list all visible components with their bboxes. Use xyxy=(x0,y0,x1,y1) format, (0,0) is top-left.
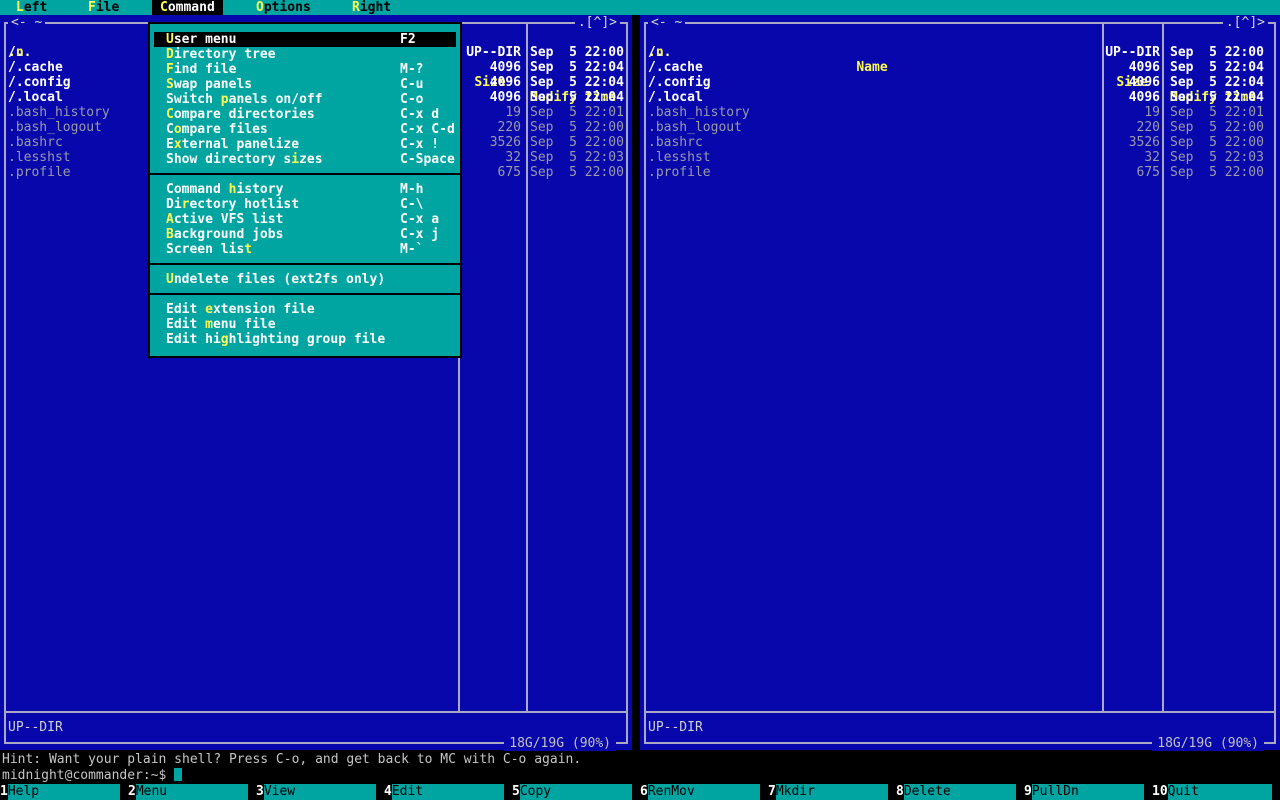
menu-item-directory-tree[interactable]: Directory tree xyxy=(154,47,456,62)
terminal-cursor xyxy=(174,768,183,781)
file-row[interactable]: /.local 4096 Sep 5 22:04 xyxy=(640,90,1280,105)
left-panel-path[interactable]: <- ~ xyxy=(8,15,46,30)
fkey-delete[interactable]: 8 Delete xyxy=(896,784,1024,800)
menu-item-user-menu[interactable]: User menu F2 xyxy=(154,32,456,47)
fkey-edit[interactable]: 4 Edit xyxy=(384,784,512,800)
fkey-quit[interactable]: 10 Quit xyxy=(1152,784,1280,800)
menubar-item-options[interactable]: Options xyxy=(248,0,319,15)
menubar-item-left[interactable]: Left xyxy=(8,0,55,15)
file-row[interactable]: .bash_logout 220 Sep 5 22:00 xyxy=(640,120,1280,135)
right-panel-status-separator xyxy=(645,711,1275,713)
file-row[interactable]: .bashrc 3526 Sep 5 22:00 xyxy=(640,135,1280,150)
file-row[interactable]: /.cache 4096 Sep 5 22:04 xyxy=(640,60,1280,75)
menu-item-compare-files[interactable]: Compare files C-x C-d xyxy=(154,122,456,137)
fkey-menu[interactable]: 2 Menu xyxy=(128,784,256,800)
menu-item-edit-extension-file[interactable]: Edit extension file xyxy=(154,302,456,317)
function-key-bar: 1 Help 2 Menu 3 View 4 Edit 5 Copy 6 RenMov 7M… xyxy=(0,784,1280,800)
right-panel-up-button[interactable]: .[^]> xyxy=(1222,15,1268,30)
menu-item-screen-list[interactable]: Screen list M-` xyxy=(154,242,456,257)
menu-separator xyxy=(150,257,460,272)
fkey-mkdir[interactable]: 7 Mkdir xyxy=(768,784,896,800)
right-panel-path[interactable]: <- ~ xyxy=(648,15,686,30)
left-panel-up-button[interactable]: .[^]> xyxy=(574,15,620,30)
menu-item-switch-panels-on-off[interactable]: Switch panels on/off C-o xyxy=(154,92,456,107)
left-panel-ministatus: UP--DIR xyxy=(8,720,63,735)
menu-item-find-file[interactable]: Find file M-? xyxy=(154,62,456,77)
menubar-item-right[interactable]: Right xyxy=(344,0,399,15)
menu-separator xyxy=(150,167,460,182)
right-panel-rows: .n Name Size Modify time /.. UP--DIR Sep 5… xyxy=(640,30,1280,180)
menu-bar: Left File Command Options Right xyxy=(0,0,1280,15)
menu-item-external-panelize[interactable]: External panelize C-x ! xyxy=(154,137,456,152)
fkey-copy[interactable]: 5 Copy xyxy=(512,784,640,800)
fkey-help[interactable]: 1 Help xyxy=(0,784,128,800)
fkey-view[interactable]: 3 View xyxy=(256,784,384,800)
left-panel-status-separator xyxy=(5,711,627,713)
menu-item-undelete-files[interactable]: Undelete files (ext2fs only) xyxy=(154,272,456,287)
prompt-text: midnight@commander:~$ xyxy=(2,768,167,783)
file-row[interactable]: .profile 675 Sep 5 22:00 xyxy=(640,165,1280,180)
menu-item-compare-directories[interactable]: Compare directories C-x d xyxy=(154,107,456,122)
file-row[interactable]: /.config 4096 Sep 5 22:04 xyxy=(640,75,1280,90)
file-row[interactable]: .bash_history 19 Sep 5 22:01 xyxy=(640,105,1280,120)
shell-prompt[interactable]: midnight@commander:~$ xyxy=(2,768,1280,784)
menubar-item-file[interactable]: File xyxy=(80,0,127,15)
menu-item-show-directory-sizes[interactable]: Show directory sizes C-Space xyxy=(154,152,456,167)
file-row[interactable]: .lesshst 32 Sep 5 22:03 xyxy=(640,150,1280,165)
menu-separator xyxy=(150,287,460,302)
file-row[interactable]: /.. UP--DIR Sep 5 22:00 xyxy=(640,45,1280,60)
menu-item-swap-panels[interactable]: Swap panels C-u xyxy=(154,77,456,92)
left-panel-disk-usage: 18G/19G (90%) xyxy=(504,736,616,751)
command-dropdown-menu: User menu F2 Directory tree Find file M-? … xyxy=(148,22,462,358)
menubar-item-command[interactable]: Command xyxy=(152,0,223,15)
menu-item-command-history[interactable]: Command history M-h xyxy=(154,182,456,197)
right-panel-disk-usage: 18G/19G (90%) xyxy=(1152,736,1264,751)
menu-item-edit-highlighting-group-file[interactable]: Edit highlighting group file xyxy=(154,332,456,347)
menu-item-directory-hotlist[interactable]: Directory hotlist C-\ xyxy=(154,197,456,212)
right-panel-header: .n Name Size Modify time xyxy=(640,30,1280,105)
mc-terminal: Left File Command Options Right <- ~ .[^… xyxy=(0,0,1280,800)
menu-item-background-jobs[interactable]: Background jobs C-x j xyxy=(154,227,456,242)
hint-line: Hint: Want your plain shell? Press C-o, … xyxy=(2,752,582,767)
right-panel-ministatus: UP--DIR xyxy=(648,720,703,735)
menu-item-active-vfs-list[interactable]: Active VFS list C-x a xyxy=(154,212,456,227)
menu-item-edit-menu-file[interactable]: Edit menu file xyxy=(154,317,456,332)
fkey-pulldn[interactable]: 9 PullDn xyxy=(1024,784,1152,800)
command-menu-list: User menu F2 Directory tree Find file M-? … xyxy=(150,32,460,347)
right-file-panel: <- ~ .[^]> .n Name Size Modify time /.. U… xyxy=(640,15,1280,751)
fkey-renmov[interactable]: 6 RenMov xyxy=(640,784,768,800)
